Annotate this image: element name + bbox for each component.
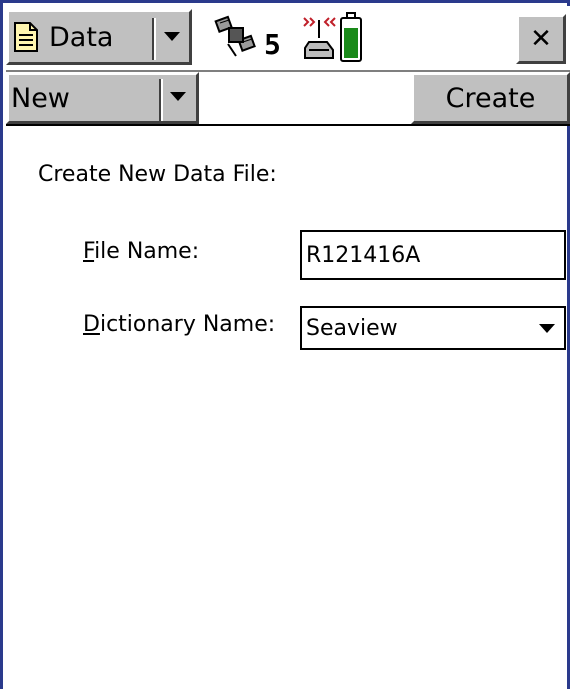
file-name-value: R121416A	[306, 242, 421, 268]
file-name-label: File Name:	[83, 239, 199, 264]
satellite-icon[interactable]	[214, 14, 260, 60]
create-button-label: Create	[445, 82, 536, 114]
dictionary-name-label-text: ictionary Name:	[99, 312, 276, 337]
chevron-down-icon	[164, 32, 180, 41]
window-frame: Data 5 ✕ New Create Create New Data File…	[0, 0, 570, 689]
app-menu-button[interactable]: Data	[6, 9, 192, 65]
toolbar: New Create	[6, 70, 570, 126]
battery-icon[interactable]	[339, 11, 363, 63]
satellite-count: 5	[264, 28, 281, 61]
close-button[interactable]: ✕	[516, 14, 566, 64]
file-name-field[interactable]: R121416A	[300, 230, 566, 280]
create-button[interactable]: Create	[411, 72, 570, 124]
mode-dropdown[interactable]: New	[6, 72, 199, 124]
gps-receiver-icon[interactable]	[301, 12, 337, 60]
close-icon: ✕	[530, 24, 552, 54]
chevron-down-icon	[170, 92, 186, 101]
form-heading: Create New Data File:	[38, 162, 277, 187]
file-name-label-text: ile Name:	[94, 239, 200, 264]
dictionary-name-mnemonic: D	[83, 312, 100, 337]
dictionary-name-dropdown[interactable]: Seaview	[300, 306, 566, 350]
form-panel: Create New Data File: File Name: R121416…	[6, 126, 570, 692]
mode-dropdown-value: New	[11, 82, 70, 114]
app-menu-label: Data	[49, 21, 114, 53]
chevron-down-icon	[539, 324, 555, 333]
file-name-mnemonic: F	[83, 239, 95, 264]
dictionary-name-value: Seaview	[306, 315, 398, 341]
dictionary-name-label: Dictionary Name:	[83, 312, 275, 337]
document-icon	[13, 21, 39, 53]
title-bar: Data 5 ✕	[6, 6, 570, 70]
